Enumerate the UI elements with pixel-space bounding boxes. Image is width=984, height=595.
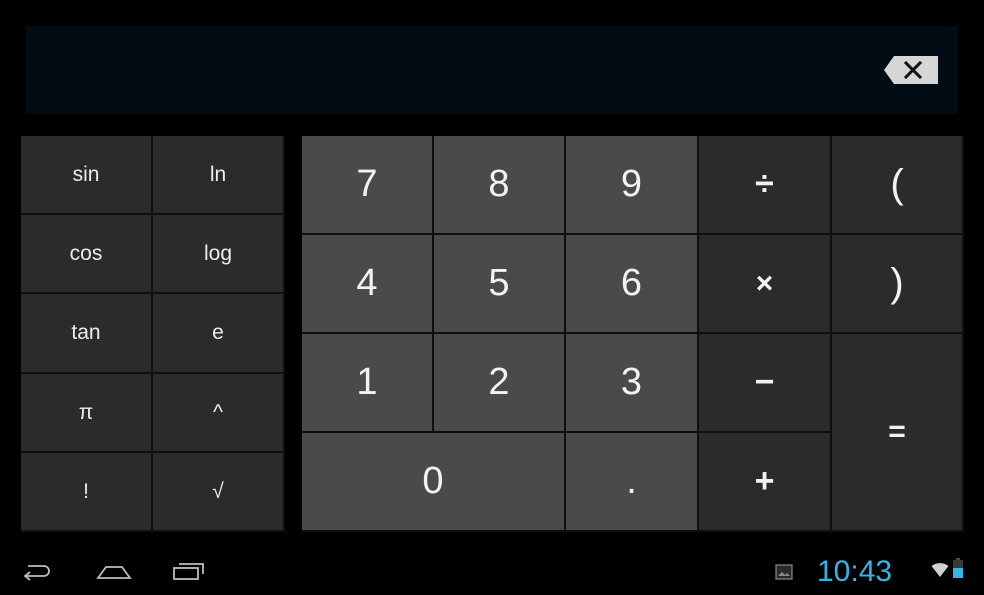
decimal-point-button[interactable]: .: [566, 433, 699, 532]
main-keypad: 7 8 9 ÷ ( 4 5 6 × ) 1 2 3 − 0 . + =: [302, 136, 964, 532]
digit-4-button[interactable]: 4: [302, 235, 434, 334]
plus-button[interactable]: +: [699, 433, 832, 532]
digit-1-button[interactable]: 1: [302, 334, 434, 433]
sin-button[interactable]: sin: [21, 136, 153, 215]
recent-apps-icon[interactable]: [172, 561, 206, 586]
divide-button[interactable]: ÷: [699, 136, 832, 235]
back-icon[interactable]: [22, 562, 50, 587]
backspace-icon[interactable]: [884, 56, 938, 84]
power-button[interactable]: ^: [153, 374, 285, 453]
sqrt-button[interactable]: √: [153, 453, 285, 532]
multiply-button[interactable]: ×: [699, 235, 832, 334]
log-button[interactable]: log: [153, 215, 285, 294]
minus-button[interactable]: −: [699, 334, 832, 433]
digit-7-button[interactable]: 7: [302, 136, 434, 235]
digit-5-button[interactable]: 5: [434, 235, 566, 334]
status-clock: 10:43: [817, 555, 893, 588]
calculator-display[interactable]: [26, 26, 958, 114]
digit-9-button[interactable]: 9: [566, 136, 699, 235]
e-button[interactable]: e: [153, 294, 285, 374]
factorial-button[interactable]: !: [21, 453, 153, 532]
battery-icon: [953, 558, 963, 583]
digit-8-button[interactable]: 8: [434, 136, 566, 235]
advanced-keypad: sin ln cos log tan e π ^ ! √: [21, 136, 285, 532]
screenshot-icon: [775, 564, 793, 585]
cos-button[interactable]: cos: [21, 215, 153, 294]
digit-6-button[interactable]: 6: [566, 235, 699, 334]
pi-button[interactable]: π: [21, 374, 153, 453]
open-paren-button[interactable]: (: [832, 136, 964, 235]
tan-button[interactable]: tan: [21, 294, 153, 374]
digit-2-button[interactable]: 2: [434, 334, 566, 433]
equals-button[interactable]: =: [832, 334, 964, 532]
home-icon[interactable]: [96, 562, 132, 587]
close-paren-button[interactable]: ): [832, 235, 964, 334]
wifi-icon: [931, 562, 949, 583]
digit-0-button[interactable]: 0: [302, 433, 566, 532]
ln-button[interactable]: ln: [153, 136, 285, 215]
digit-3-button[interactable]: 3: [566, 334, 699, 433]
